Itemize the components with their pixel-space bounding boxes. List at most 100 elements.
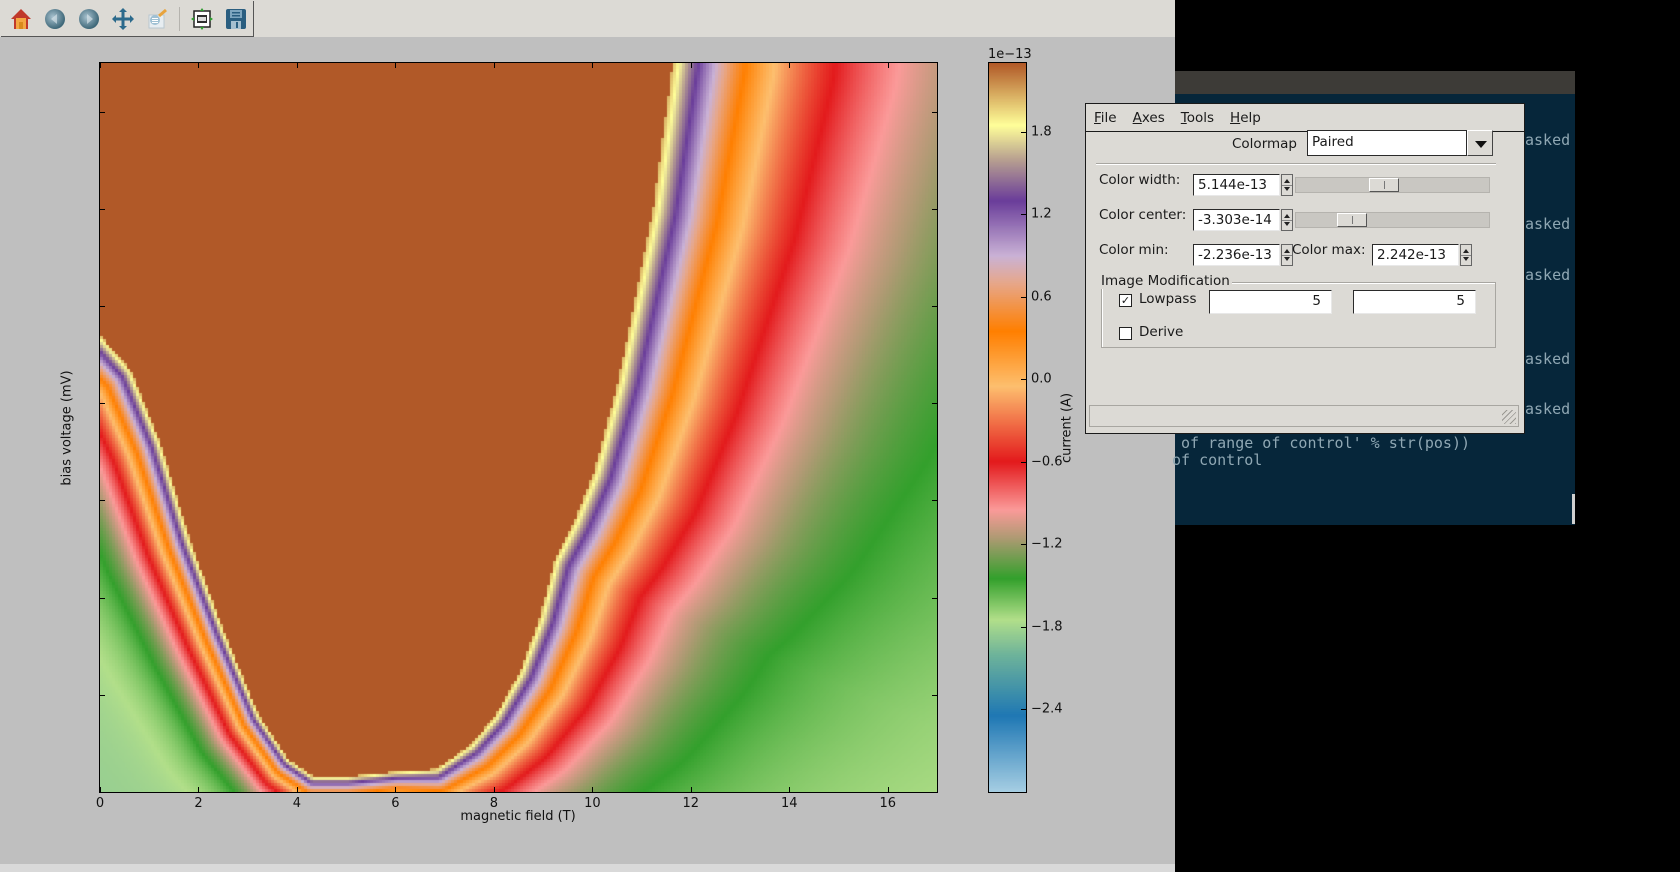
colorbar-tick-label: 0.6	[1031, 289, 1052, 305]
colormap-label: Colormap	[1232, 136, 1298, 152]
lowpass-y-input[interactable]: 5	[1353, 290, 1476, 314]
x-tick-mark	[100, 63, 101, 68]
x-tick-label: 6	[391, 796, 400, 811]
x-tick-label: 10	[584, 796, 601, 811]
menu-file[interactable]: File	[1094, 110, 1117, 126]
color-max-spinner[interactable]	[1460, 244, 1472, 266]
x-tick-mark	[493, 63, 495, 68]
colormap-dialog: File Axes Tools Help Colormap Paired Col…	[1085, 103, 1525, 434]
slider-handle[interactable]	[1337, 213, 1368, 227]
colormap-select[interactable]: Paired	[1307, 130, 1499, 156]
menu-help-rest: elp	[1240, 109, 1261, 126]
color-center-slider[interactable]	[1295, 212, 1490, 228]
colorbar-tick-mark	[1021, 626, 1026, 628]
color-width-slider[interactable]	[1295, 177, 1490, 193]
x-tick-mark	[690, 787, 692, 792]
colorbar-tick-label: −1.2	[1031, 536, 1063, 552]
color-min-label: Color min:	[1099, 242, 1169, 258]
color-center-input[interactable]: -3.303e-14	[1193, 209, 1280, 231]
terminal-titlebar[interactable]	[1175, 71, 1575, 94]
slider-handle[interactable]	[1368, 178, 1399, 192]
menu-tools[interactable]: Tools	[1181, 110, 1214, 126]
x-tick-label: 0	[95, 796, 105, 811]
colorbar-tick-mark	[1021, 296, 1026, 298]
menu-axes[interactable]: Axes	[1133, 110, 1165, 126]
colorbar-offset-text: 1e−13	[988, 47, 1032, 62]
y-axis-label: bias voltage (mV)	[59, 370, 75, 486]
colorbar-tick-mark	[1021, 709, 1026, 711]
terminal-line: asked	[1525, 131, 1571, 149]
subplots-button[interactable]	[188, 5, 216, 33]
spin-down-icon[interactable]	[1284, 187, 1290, 191]
spin-down-icon[interactable]	[1463, 257, 1469, 261]
terminal-line: asked	[1525, 350, 1571, 368]
resize-grip-icon[interactable]	[1502, 410, 1516, 424]
derive-label: Derive	[1139, 324, 1184, 340]
zoom-rect-icon	[148, 8, 167, 28]
colormap-select-value: Paired	[1307, 130, 1467, 156]
menu-file-rest: ile	[1100, 109, 1117, 126]
color-width-label: Color width:	[1099, 172, 1181, 188]
spin-up-icon[interactable]	[1284, 249, 1290, 253]
menu-tools-rest: ools	[1186, 109, 1215, 126]
menu-help[interactable]: Help	[1230, 110, 1261, 126]
back-button[interactable]	[41, 5, 69, 33]
colorbar-tick-label: 1.8	[1031, 124, 1052, 140]
y-tick-mark	[100, 597, 105, 599]
forward-button[interactable]	[75, 5, 103, 33]
x-tick-mark	[395, 787, 397, 792]
x-tick-mark	[690, 63, 692, 68]
x-tick-mark	[296, 787, 298, 792]
save-button[interactable]	[222, 5, 250, 33]
menubar: File Axes Tools Help	[1086, 104, 1524, 132]
colorbar-tick-label: 1.2	[1031, 206, 1052, 222]
y-tick-mark	[100, 208, 105, 210]
y-tick-mark	[100, 694, 105, 696]
colorbar-label: current (A)	[1059, 392, 1075, 464]
separator	[1096, 163, 1496, 165]
lowpass-x-input[interactable]: 5	[1209, 290, 1332, 314]
pan-button[interactable]	[109, 5, 137, 33]
lowpass-checkbox[interactable]: ✓	[1119, 294, 1132, 307]
colorbar-tick-label: −2.4	[1031, 701, 1063, 717]
spin-up-icon[interactable]	[1284, 214, 1290, 218]
lowpass-label: Lowpass	[1139, 291, 1197, 307]
x-tick-label: 4	[292, 796, 302, 811]
terminal-scrollbar[interactable]	[1572, 494, 1575, 524]
color-width-input[interactable]: 5.144e-13	[1193, 174, 1280, 196]
x-tick-mark	[592, 787, 594, 792]
x-tick-label: 14	[781, 796, 798, 811]
derive-checkbox[interactable]	[1119, 327, 1132, 340]
terminal-line: asked	[1525, 266, 1571, 284]
color-center-spinner[interactable]	[1281, 209, 1293, 231]
zoom-rect-button[interactable]	[143, 5, 171, 33]
y-tick-mark	[932, 597, 937, 599]
terminal-line: asked	[1525, 215, 1571, 233]
spin-down-icon[interactable]	[1284, 222, 1290, 226]
matplotlib-window: magnetic field (T) bias voltage (mV) 1e−…	[0, 0, 1175, 864]
navigation-toolbar	[1, 1, 254, 37]
spin-down-icon[interactable]	[1284, 257, 1290, 261]
color-min-input[interactable]: -2.236e-13	[1193, 244, 1280, 266]
y-tick-mark	[932, 694, 937, 696]
color-width-spinner[interactable]	[1281, 174, 1293, 196]
home-icon	[11, 8, 31, 29]
spin-up-icon[interactable]	[1463, 249, 1469, 253]
home-button[interactable]	[7, 5, 35, 33]
x-tick-mark	[887, 63, 889, 68]
y-tick-mark	[100, 403, 105, 405]
terminal-line: asked	[1525, 400, 1571, 418]
status-bar	[1089, 405, 1519, 427]
y-tick-mark	[932, 403, 937, 405]
spin-up-icon[interactable]	[1284, 179, 1290, 183]
window-bottom-border	[0, 864, 1175, 872]
x-tick-mark	[789, 787, 791, 792]
heatmap-image[interactable]	[100, 63, 937, 792]
x-tick-mark	[493, 787, 495, 792]
color-max-input[interactable]: 2.242e-13	[1372, 244, 1459, 266]
y-tick-mark	[932, 500, 937, 502]
color-max-label: Color max:	[1292, 242, 1366, 258]
chevron-down-icon[interactable]	[1467, 130, 1493, 156]
menu-file-mnemonic: F	[1094, 109, 1101, 126]
menu-axes-mnemonic: A	[1132, 109, 1142, 126]
